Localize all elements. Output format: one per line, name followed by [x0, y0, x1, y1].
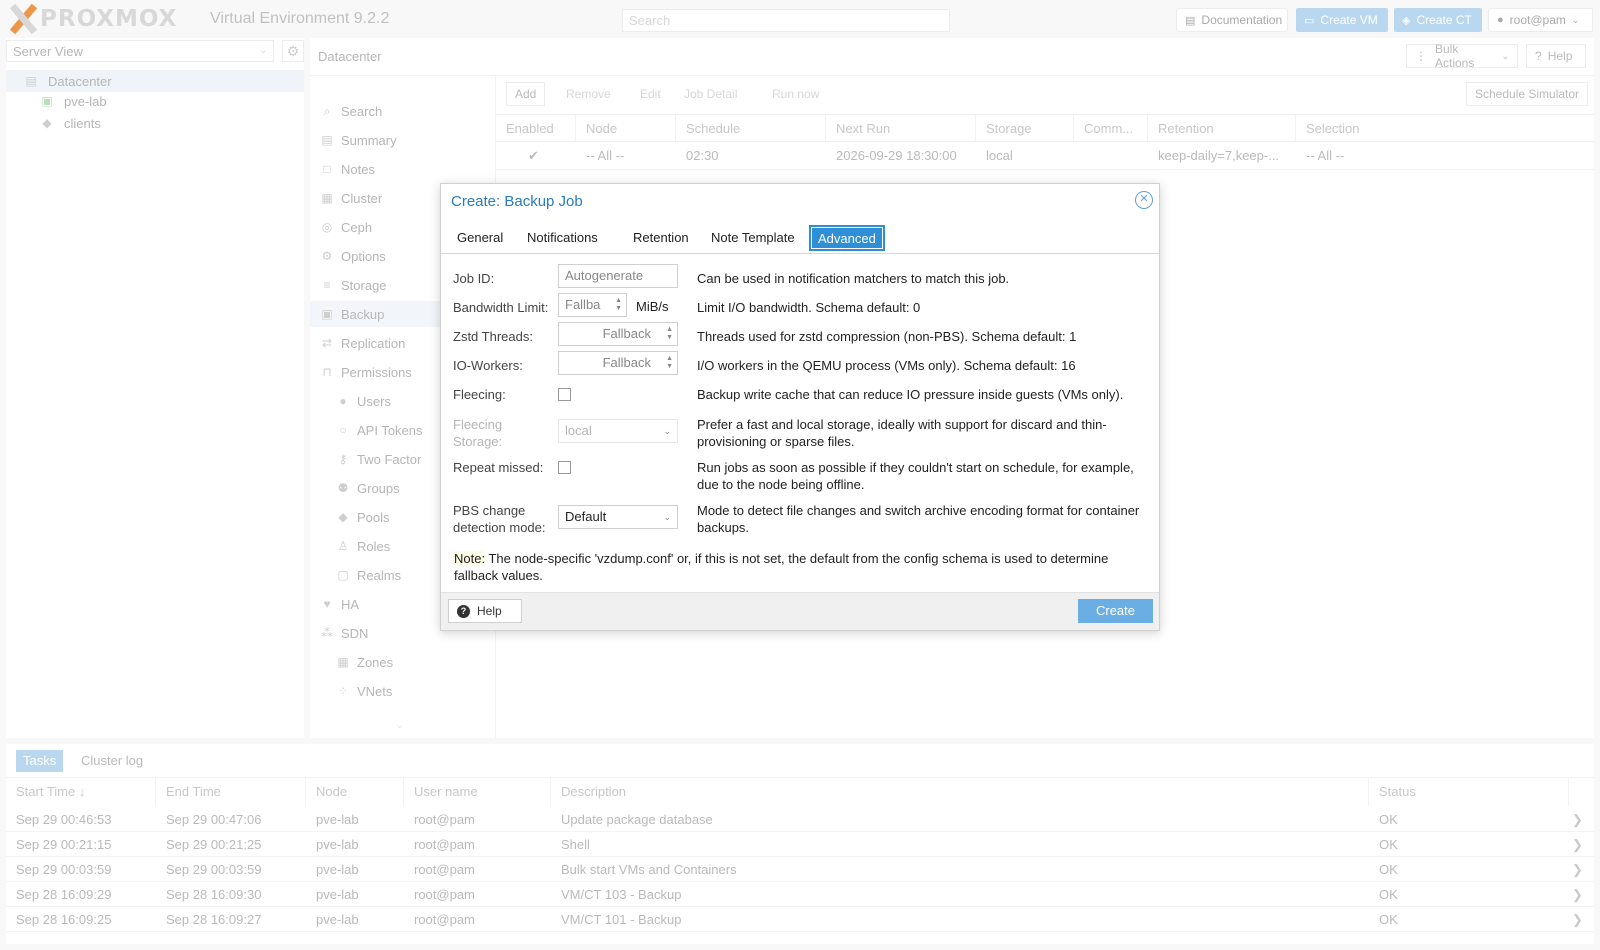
pbs-detection-mode-select[interactable]: Default ⌄ — [558, 505, 678, 529]
repeat-missed-description: Run jobs as soon as possible if they cou… — [697, 460, 1134, 492]
bandwidth-limit-input[interactable]: Fallba ▲ ▼ — [558, 293, 627, 317]
job-id-label: Job ID: — [453, 271, 495, 286]
pbs-label-line2: detection mode: — [453, 520, 546, 535]
fleecing-description: Backup write cache that can reduce IO pr… — [697, 387, 1124, 402]
dialog-help-label: Help — [477, 604, 502, 618]
note-tag: Note: — [454, 551, 486, 566]
zstd-threads-value: Fallback — [602, 326, 651, 341]
zstd-threads-description: Threads used for zstd compression (non-P… — [697, 329, 1077, 344]
fleecing-storage-description: Prefer a fast and local storage, ideally… — [697, 417, 1107, 449]
spinner-arrows-icon[interactable]: ▲ ▼ — [615, 297, 622, 313]
repeat-missed-label: Repeat missed: — [453, 460, 544, 475]
note-text: The node-specific 'vzdump.conf' or, if t… — [454, 551, 1109, 583]
io-workers-label: IO-Workers: — [453, 358, 523, 373]
create-backup-job-dialog: Create: Backup Job ✕ General Notificatio… — [440, 183, 1160, 631]
create-button[interactable]: Create — [1078, 599, 1153, 623]
bandwidth-limit-description: Limit I/O bandwidth. Schema default: 0 — [697, 300, 921, 315]
close-icon[interactable]: ✕ — [1135, 191, 1153, 209]
tab-retention[interactable]: Retention — [627, 227, 695, 249]
io-workers-value: Fallback — [602, 355, 651, 370]
tab-advanced[interactable]: Advanced — [809, 225, 885, 251]
fleecing-storage-label-line2: Storage: — [453, 434, 503, 449]
pbs-detection-mode-description: Mode to detect file changes and switch a… — [697, 503, 1140, 535]
pbs-detection-mode-value: Default — [565, 509, 607, 524]
tab-general[interactable]: General — [451, 227, 509, 249]
job-id-description: Can be used in notification matchers to … — [697, 271, 1010, 286]
zstd-threads-label: Zstd Threads: — [453, 329, 533, 344]
fleecing-storage-select[interactable]: local ⌄ — [558, 419, 678, 443]
fleecing-storage-label-line1: Fleecing — [453, 417, 503, 432]
pbs-label-line1: PBS change — [453, 503, 526, 518]
fleecing-label: Fleecing: — [453, 387, 506, 402]
io-workers-input[interactable]: Fallback ▲ ▼ — [558, 351, 678, 375]
fleecing-storage-value: local — [565, 423, 592, 438]
tab-notifications[interactable]: Notifications — [521, 227, 604, 249]
question-circle-icon: ? — [457, 604, 470, 618]
dialog-title: Create: Backup Job — [451, 193, 583, 210]
dialog-tabbar: General Notifications Retention Note Tem… — [441, 224, 1159, 254]
fallback-note: Note: The node-specific 'vzdump.conf' or… — [454, 550, 1134, 584]
spinner-arrows-icon[interactable]: ▲ ▼ — [666, 355, 673, 371]
job-id-input[interactable]: Autogenerate — [558, 264, 678, 288]
bandwidth-unit-label: MiB/s — [636, 299, 669, 314]
chevron-down-icon: ⌄ — [663, 426, 671, 436]
pbs-detection-mode-label: PBS change detection mode: — [453, 502, 546, 536]
tab-note-template[interactable]: Note Template — [705, 227, 801, 249]
bandwidth-limit-label: Bandwidth Limit: — [453, 300, 549, 315]
fleecing-checkbox[interactable] — [558, 388, 571, 401]
bandwidth-limit-value: Fallba — [565, 297, 601, 312]
spinner-arrows-icon[interactable]: ▲ ▼ — [666, 326, 673, 342]
dialog-footer: ? Help Create — [441, 592, 1159, 630]
zstd-threads-input[interactable]: Fallback ▲ ▼ — [558, 322, 678, 346]
dialog-help-button[interactable]: ? Help — [448, 599, 522, 623]
io-workers-description: I/O workers in the QEMU process (VMs onl… — [697, 358, 1076, 373]
repeat-missed-checkbox[interactable] — [558, 461, 571, 474]
fleecing-storage-label: Fleecing Storage: — [453, 416, 502, 450]
chevron-down-icon: ⌄ — [663, 512, 671, 522]
